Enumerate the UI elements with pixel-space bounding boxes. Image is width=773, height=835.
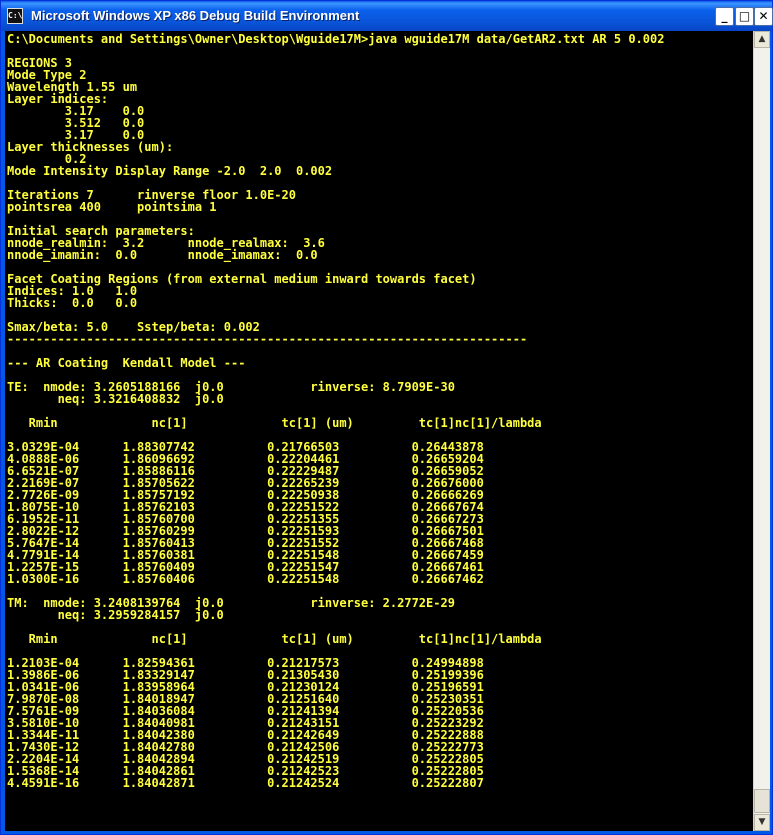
scroll-up-button[interactable]: ▲ xyxy=(754,31,770,48)
console-line: C:\Documents and Settings\Owner\Desktop\… xyxy=(7,32,665,46)
scroll-thumb[interactable] xyxy=(754,789,770,813)
console-line: Mode Intensity Display Range -2.0 2.0 0.… xyxy=(7,164,333,178)
console-line: 1.0300E-16 1.85760406 0.22251548 0.26667… xyxy=(7,572,484,586)
console-line: Thicks: 0.0 0.0 xyxy=(7,296,138,310)
console-icon[interactable]: C:\ xyxy=(7,8,23,24)
vertical-scrollbar[interactable]: ▲ ▼ xyxy=(753,31,770,831)
console-line: neq: 3.3216408832 j0.0 xyxy=(7,392,224,406)
console-line: Rmin nc[1] tc[1] (um) tc[1]nc[1]/lambda xyxy=(7,416,542,430)
console-line: ----------------------------------------… xyxy=(7,332,528,346)
maximize-button[interactable]: □ xyxy=(735,7,754,26)
console-text: C:\Documents and Settings\Owner\Desktop\… xyxy=(7,33,664,789)
console-line: pointsrea 400 pointsima 1 xyxy=(7,200,217,214)
close-button[interactable]: ✕ xyxy=(754,7,773,26)
console-line: REGIONS 3 xyxy=(7,56,73,70)
console-output-area[interactable]: C:\Documents and Settings\Owner\Desktop\… xyxy=(5,31,753,831)
console-window: C:\ Microsoft Windows XP x86 Debug Build… xyxy=(0,0,773,835)
scroll-down-button[interactable]: ▼ xyxy=(754,814,770,831)
console-line: neq: 3.2959284157 j0.0 xyxy=(7,608,224,622)
console-line: Layer thicknesses (um): xyxy=(7,140,174,154)
console-line: nnode_imamin: 0.0 nnode_imamax: 0.0 xyxy=(7,248,318,262)
console-line: --- AR Coating Kendall Model --- xyxy=(7,356,246,370)
title-bar[interactable]: C:\ Microsoft Windows XP x86 Debug Build… xyxy=(1,1,773,31)
minimize-button[interactable]: _ xyxy=(715,7,734,26)
console-line: Rmin nc[1] tc[1] (um) tc[1]nc[1]/lambda xyxy=(7,632,542,646)
console-line: 4.4591E-16 1.84042871 0.21242524 0.25222… xyxy=(7,776,484,790)
window-title: Microsoft Windows XP x86 Debug Build Env… xyxy=(31,8,360,23)
